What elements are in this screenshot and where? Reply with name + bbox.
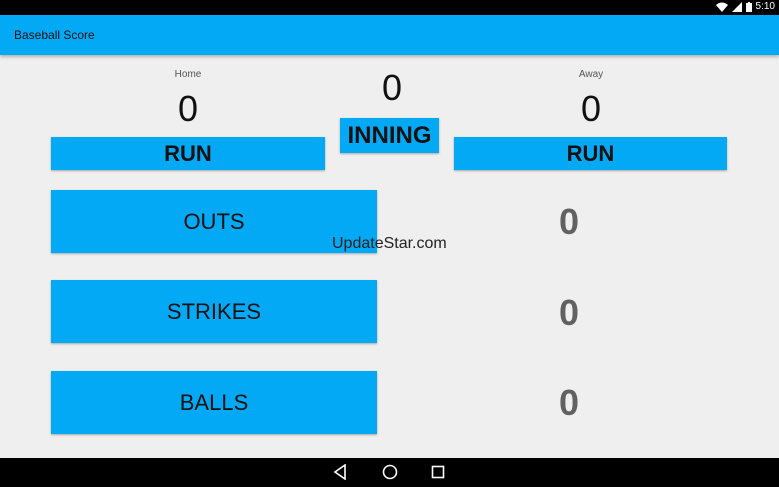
back-icon[interactable] <box>333 464 347 480</box>
home-run-button[interactable]: RUN <box>51 137 325 170</box>
watermark: UpdateStar.com <box>332 235 447 252</box>
status-bar: 5:10 <box>0 0 779 15</box>
clock: 5:10 <box>755 1 775 12</box>
away-label: Away <box>578 69 604 80</box>
home-icon[interactable] <box>382 464 398 480</box>
outs-count: 0 <box>558 201 580 242</box>
away-run-button[interactable]: RUN <box>454 137 727 170</box>
recents-icon[interactable] <box>431 464 445 480</box>
navigation-bar <box>0 458 779 487</box>
strikes-button[interactable]: STRIKES <box>51 280 377 343</box>
strikes-count: 0 <box>558 292 580 333</box>
balls-count: 0 <box>558 382 580 423</box>
inning-button[interactable]: INNING <box>340 118 439 153</box>
home-label: Home <box>174 69 202 80</box>
inning-value: 0 <box>381 67 403 108</box>
app-title: Baseball Score <box>14 28 95 42</box>
outs-button[interactable]: OUTS <box>51 190 377 253</box>
away-score: 0 <box>580 88 602 129</box>
app-bar: Baseball Score <box>0 15 779 55</box>
battery-icon <box>745 1 752 12</box>
status-icons: 5:10 <box>715 1 775 12</box>
wifi-icon <box>715 2 728 12</box>
home-score: 0 <box>177 88 199 129</box>
balls-button[interactable]: BALLS <box>51 371 377 434</box>
signal-icon <box>731 1 742 12</box>
